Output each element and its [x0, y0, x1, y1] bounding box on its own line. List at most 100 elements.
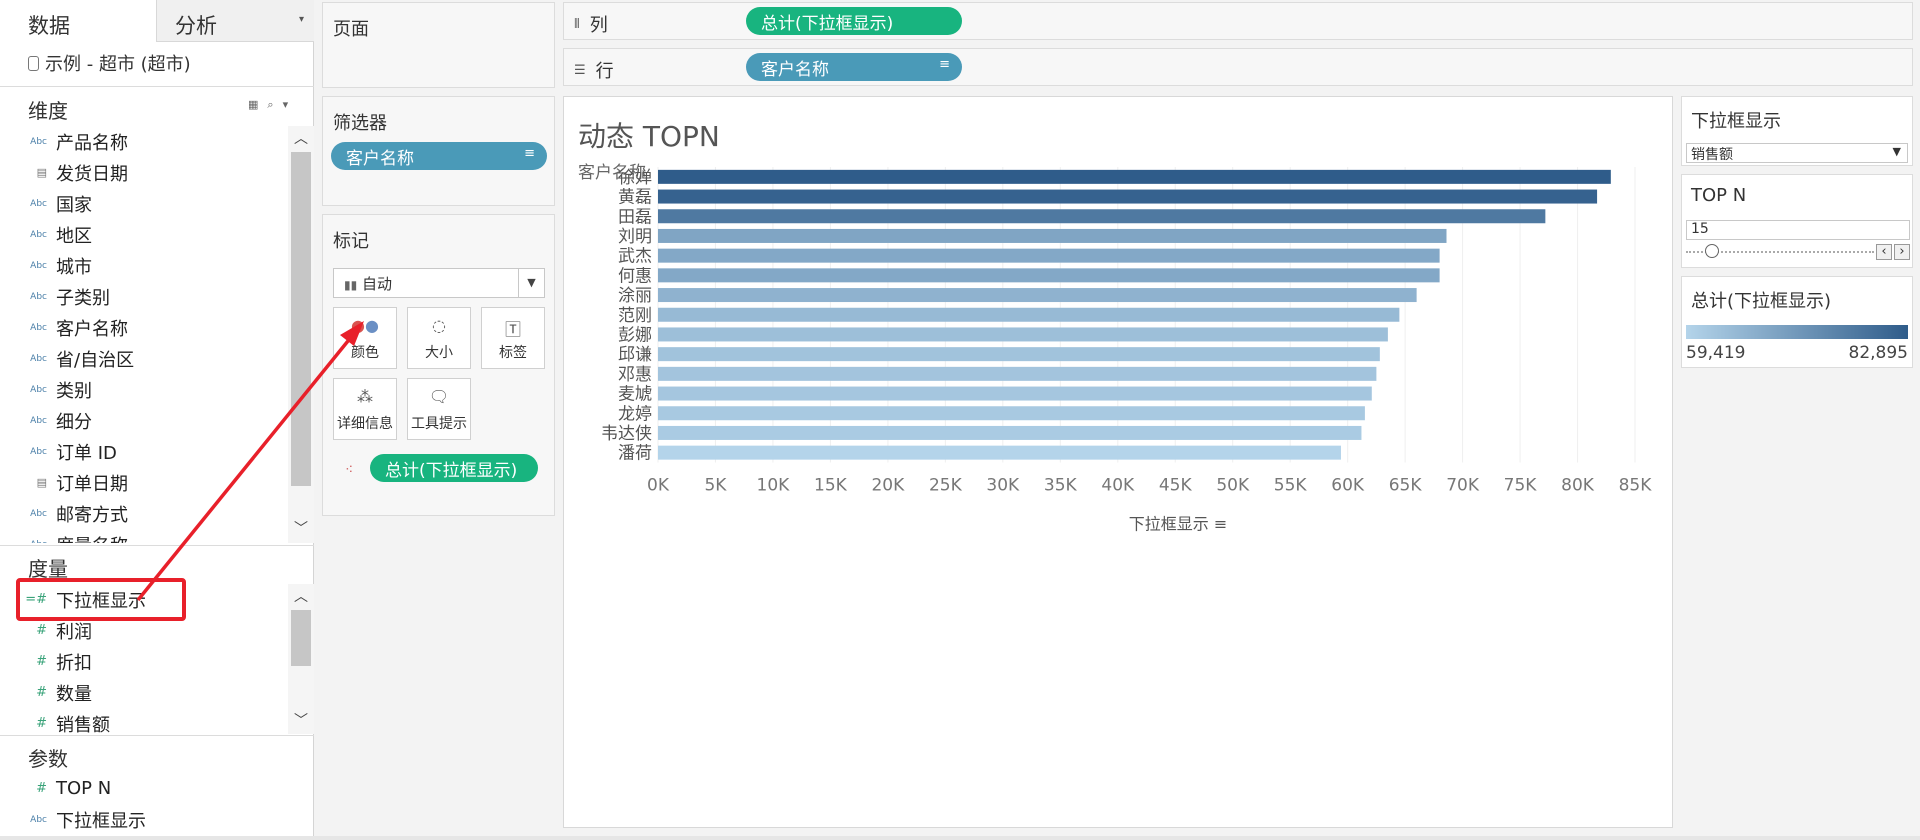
database-icon [28, 55, 39, 71]
bar [658, 288, 1417, 303]
chevron-down-icon[interactable]: ▾ [299, 14, 304, 25]
size-button[interactable]: ◌ 大小 [407, 307, 471, 369]
field-item[interactable]: Abc 省/自治区 [0, 343, 288, 374]
columns-pill-label: 总计(下拉框显示) [761, 14, 894, 34]
pages-card[interactable]: 页面 [322, 2, 555, 88]
columns-label: 列 [589, 15, 608, 36]
bar [658, 425, 1362, 440]
field-item[interactable]: Abc 类别 [0, 374, 288, 405]
rows-shelf[interactable]: ☰ 行 客户名称 ≡ [563, 48, 1913, 86]
x-tick-label: 5K [704, 476, 727, 496]
bar [658, 189, 1598, 204]
dropdown-param-title: 下拉框显示 [1691, 111, 1781, 132]
number-icon: # [36, 716, 47, 731]
field-item[interactable]: ▤ 订单日期 [0, 467, 288, 498]
search-icon[interactable]: ⌕ [267, 98, 273, 112]
dropdown-param-value: 销售额 [1691, 147, 1733, 163]
number-icon: # [36, 623, 47, 638]
mark-type-select[interactable]: ▮▮ 自动 ▼ [333, 268, 545, 298]
chevron-left-icon[interactable]: ‹ [1876, 244, 1892, 260]
field-item[interactable]: Abc 细分 [0, 405, 288, 436]
scroll-up-icon[interactable]: ︿ [288, 128, 314, 150]
marks-title: 标记 [333, 231, 369, 252]
x-tick-label: 10K [757, 476, 791, 496]
field-label: 子类别 [56, 287, 110, 309]
divider [0, 545, 314, 546]
field-item[interactable]: # 销售额 [0, 708, 288, 735]
tab-data[interactable]: 数据 [0, 0, 156, 42]
number-icon: # [36, 654, 47, 669]
scroll-thumb[interactable] [291, 610, 311, 666]
color-button[interactable]: ●● 颜色 [333, 307, 397, 369]
x-axis-title: 下拉框显示 ≡ [1129, 515, 1228, 534]
field-item[interactable]: Abc 国家 [0, 188, 288, 219]
filter-pill[interactable]: 客户名称 ≡ [331, 142, 547, 170]
text-type-icon: Abc [30, 415, 47, 426]
chevron-right-icon[interactable]: › [1894, 244, 1910, 260]
text-type-icon: Abc [30, 291, 47, 302]
x-tick-label: 75K [1504, 476, 1538, 496]
category-label: 何惠 [618, 266, 652, 286]
label-button[interactable]: 🅃 标签 [481, 307, 545, 369]
category-label: 邓惠 [618, 365, 652, 385]
field-label: 下拉框显示 [56, 810, 146, 832]
grid-view-icon[interactable]: ▦ [248, 98, 258, 112]
field-label: 细分 [56, 411, 92, 433]
dropdown-param-select[interactable]: 销售额 ▼ [1686, 143, 1908, 163]
bar [658, 209, 1546, 224]
field-item[interactable]: # TOP N [0, 773, 288, 804]
x-tick-label: 80K [1561, 476, 1595, 496]
datasource[interactable]: 示例 - 超市 (超市) [28, 50, 191, 76]
rows-pill[interactable]: 客户名称 ≡ [746, 53, 962, 81]
chevron-down-icon[interactable]: ▼ [1893, 145, 1901, 158]
topn-param-card: TOP N 15 ‹ › [1681, 174, 1913, 268]
detail-label: 详细信息 [337, 416, 393, 432]
detail-button[interactable]: ⁂ 详细信息 [333, 378, 397, 440]
field-item[interactable]: Abc 地区 [0, 219, 288, 250]
scroll-down-icon[interactable]: ﹀ [288, 710, 314, 732]
bar [658, 169, 1611, 184]
topn-slider-knob[interactable] [1705, 244, 1720, 258]
field-item[interactable]: # 折扣 [0, 646, 288, 677]
field-item[interactable]: Abc 下拉框显示 [0, 804, 288, 835]
bar [658, 327, 1388, 342]
field-item[interactable]: Abc 订单 ID [0, 436, 288, 467]
tab-analysis[interactable]: 分析 ▾ [156, 0, 314, 42]
field-label: 类别 [56, 380, 92, 402]
field-item[interactable]: Abc 产品名称 [0, 126, 288, 157]
color-pill[interactable]: 总计(下拉框显示) [370, 454, 538, 482]
field-item[interactable]: ▤ 发货日期 [0, 157, 288, 188]
measures-scrollbar[interactable]: ︿ ﹀ [288, 584, 314, 734]
size-icon: ◌ [432, 316, 446, 335]
sort-icon: ≡ [524, 146, 535, 161]
label-label: 标签 [499, 345, 527, 361]
field-item[interactable]: Abc度量名称 [0, 529, 288, 544]
bar [658, 445, 1341, 460]
field-item[interactable]: Abc 邮寄方式 [0, 498, 288, 529]
scroll-up-icon[interactable]: ︿ [288, 586, 314, 608]
field-label: 订单日期 [56, 473, 128, 495]
columns-pill[interactable]: 总计(下拉框显示) [746, 7, 962, 35]
chevron-down-icon[interactable]: ▾ [283, 98, 289, 112]
pane-tabs: 数据 分析 ▾ [0, 0, 314, 42]
tooltip-button[interactable]: 🗨 工具提示 [407, 378, 471, 440]
bar [658, 366, 1377, 381]
field-item[interactable]: # 数量 [0, 677, 288, 708]
x-tick-label: 0K [647, 476, 670, 496]
x-tick-label: 30K [986, 476, 1020, 496]
columns-shelf[interactable]: ⦀ 列 总计(下拉框显示) [563, 2, 1913, 40]
filters-card[interactable]: 筛选器 客户名称 ≡ [322, 96, 555, 206]
topn-input[interactable]: 15 [1686, 220, 1910, 240]
text-type-icon: Abc [30, 508, 47, 519]
field-item[interactable]: Abc 子类别 [0, 281, 288, 312]
text-type-icon: Abc [30, 384, 47, 395]
category-label: 刘明 [618, 227, 652, 247]
field-item[interactable]: Abc 客户名称 [0, 312, 288, 343]
dimensions-scrollbar[interactable]: ︿ ﹀ [288, 126, 314, 543]
field-item[interactable]: Abc 城市 [0, 250, 288, 281]
x-tick-label: 65K [1389, 476, 1423, 496]
chevron-down-icon[interactable]: ▼ [518, 269, 544, 297]
scroll-thumb[interactable] [291, 152, 311, 486]
scroll-down-icon[interactable]: ﹀ [288, 518, 314, 540]
category-label: 潘荷 [618, 444, 652, 464]
